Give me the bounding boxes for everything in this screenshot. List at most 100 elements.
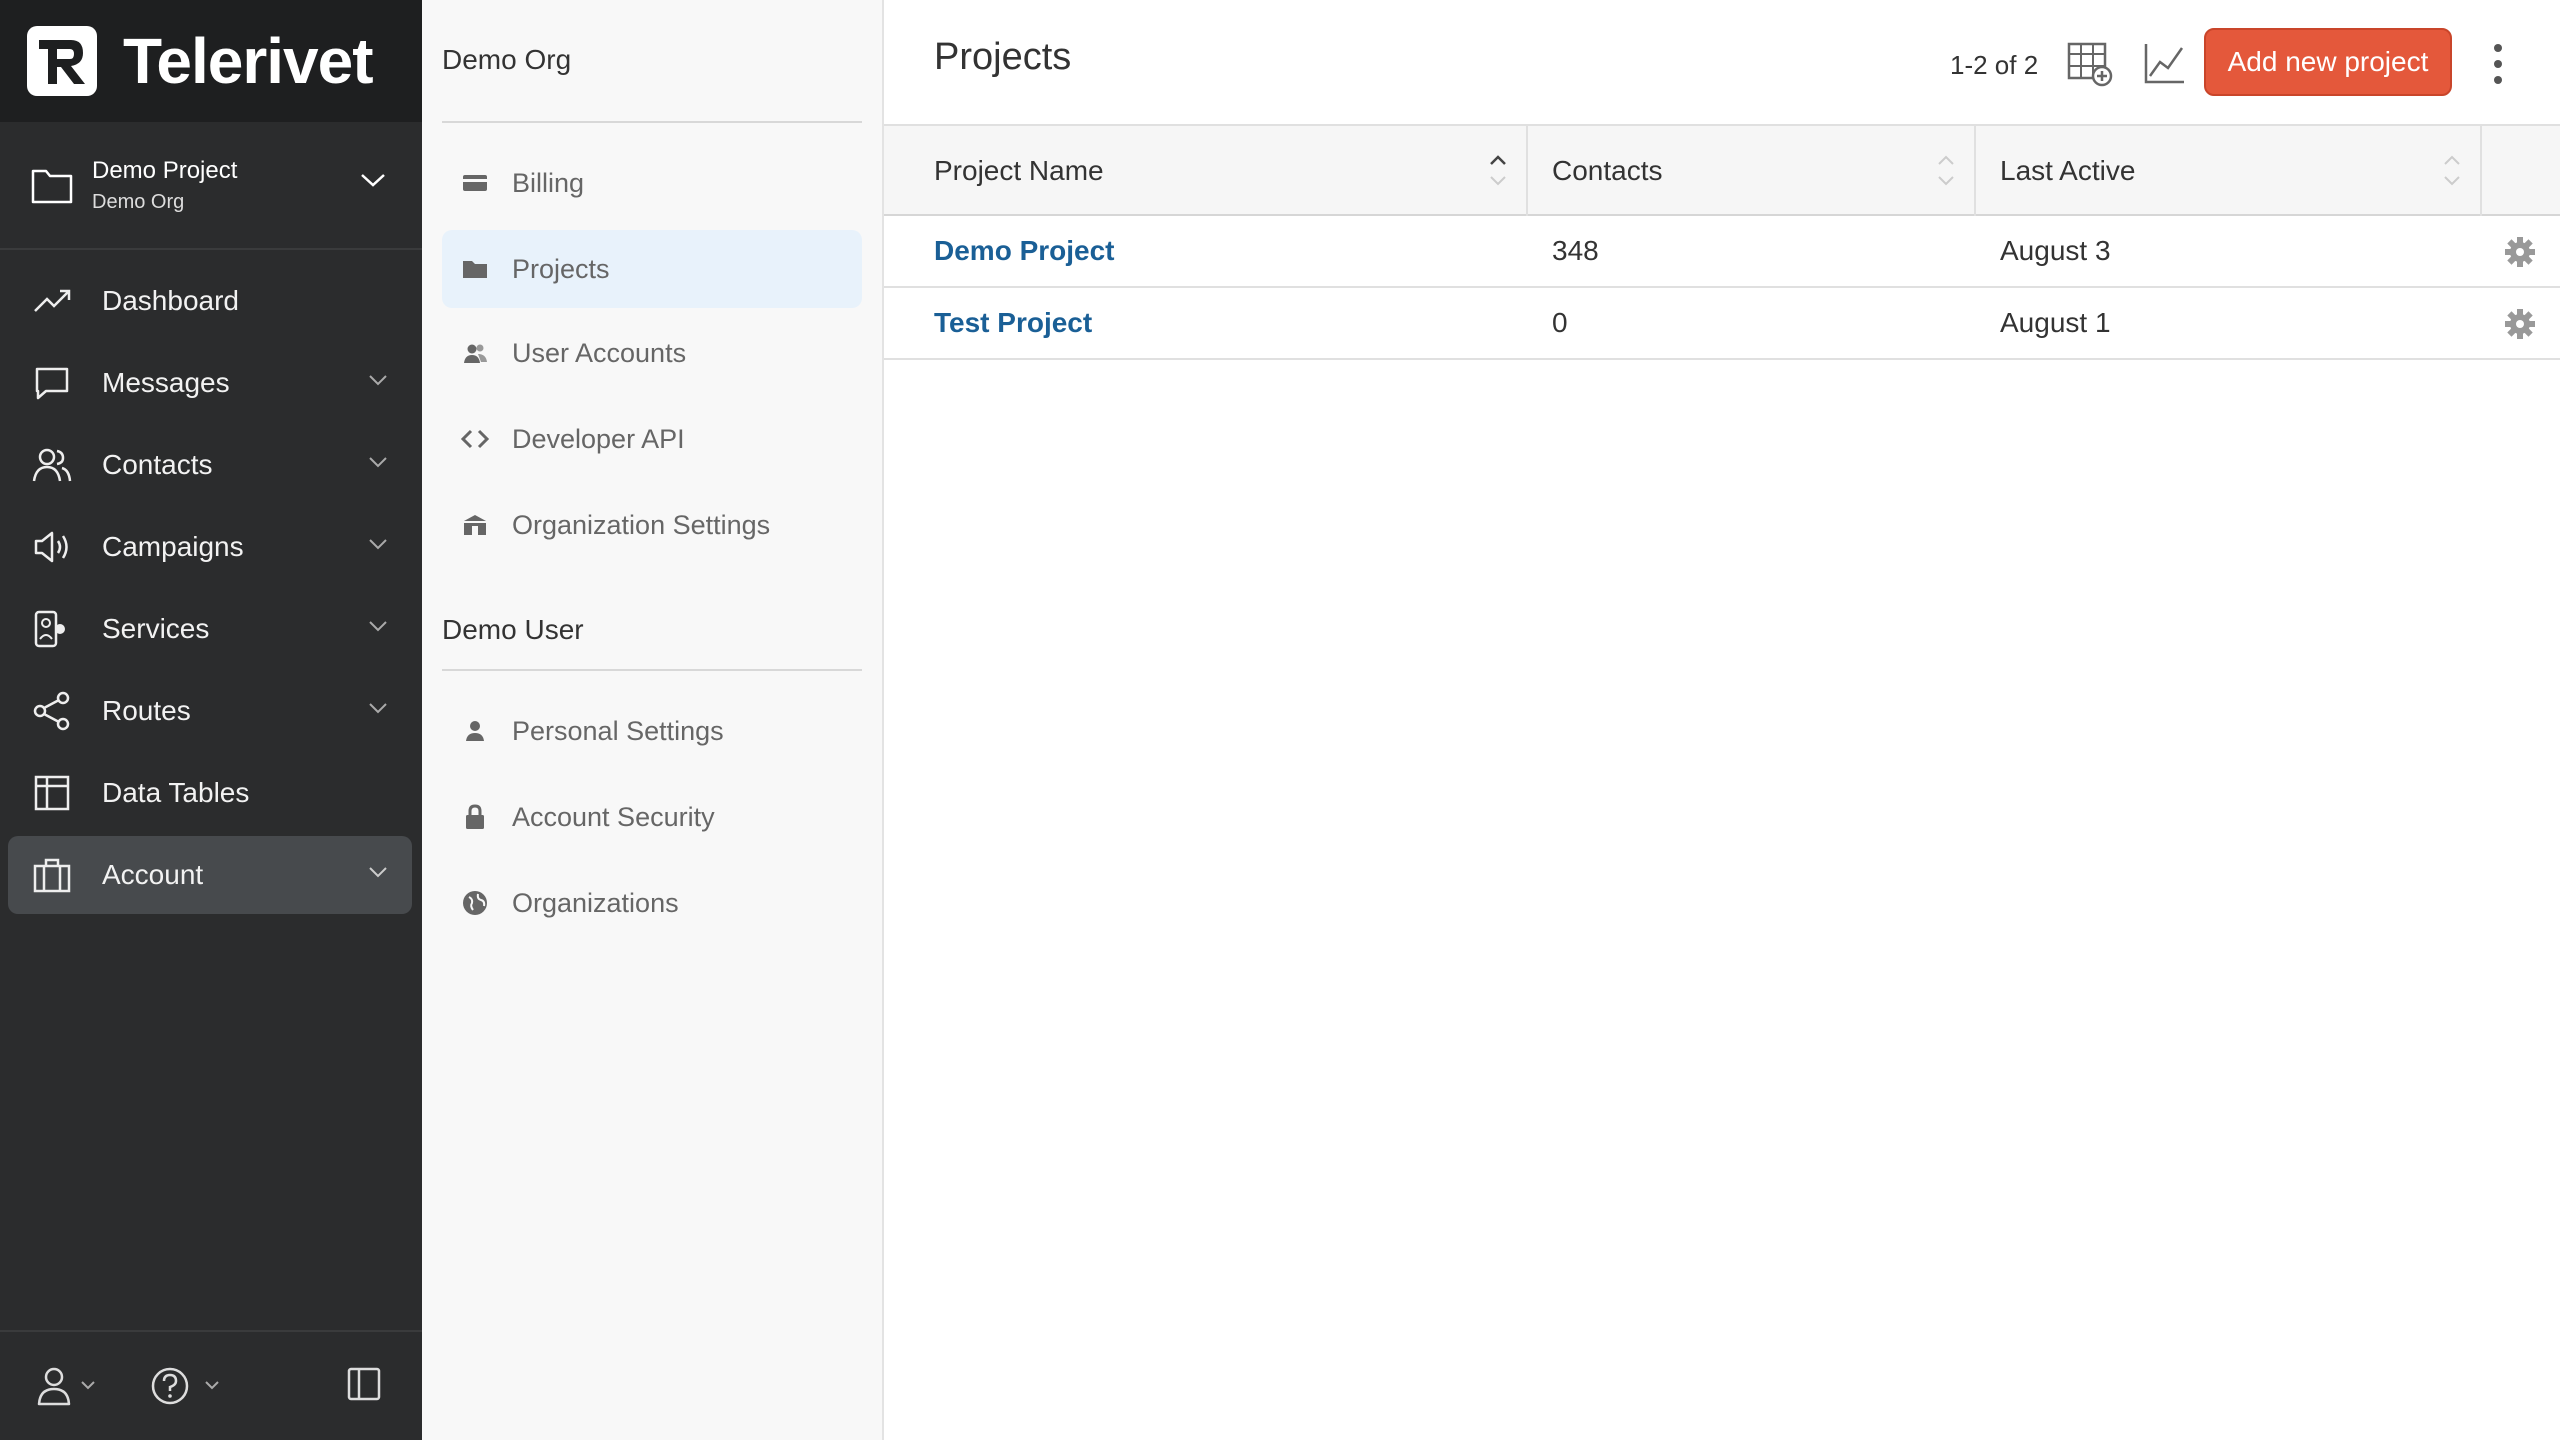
- settings-item-organization-settings[interactable]: Organization Settings: [442, 486, 862, 564]
- chevron-down-icon: [369, 539, 387, 550]
- nav-label: Dashboard: [102, 285, 239, 316]
- brand-name: Telerivet: [123, 25, 373, 97]
- settings-item-account-security[interactable]: Account Security: [442, 778, 862, 856]
- divider: [442, 121, 862, 123]
- sidebar-toggle-icon: [347, 1367, 381, 1401]
- code-icon: [460, 429, 490, 449]
- chevron-down-icon: [369, 703, 387, 714]
- contacts-cell: 0: [1552, 307, 1568, 338]
- briefcase-icon: [33, 858, 71, 893]
- collapse-sidebar-button[interactable]: [346, 1366, 382, 1407]
- nav-item-messages[interactable]: Messages: [8, 344, 412, 422]
- brand-header[interactable]: Telerivet: [0, 0, 422, 122]
- settings-panel: Demo Org Billing Projects User Accounts …: [422, 0, 884, 1440]
- main-content: Projects 1-2 of 2 Add new project Projec…: [884, 0, 2560, 1440]
- nav-item-account[interactable]: Account: [8, 836, 412, 914]
- divider: [442, 669, 862, 671]
- chat-icon: [35, 367, 69, 400]
- trending-up-icon: [34, 289, 71, 312]
- nav-item-dashboard[interactable]: Dashboard: [8, 262, 412, 340]
- settings-item-personal-settings[interactable]: Personal Settings: [442, 692, 862, 770]
- settings-item-organizations[interactable]: Organizations: [442, 864, 862, 942]
- gear-icon[interactable]: [2504, 308, 2536, 340]
- add-table-view-button[interactable]: [2066, 40, 2114, 93]
- nav-item-contacts[interactable]: Contacts: [8, 426, 412, 504]
- table-add-icon: [2067, 42, 2113, 87]
- settings-item-label: Developer API: [512, 423, 685, 454]
- chevron-down-icon: [369, 375, 387, 386]
- sort-icon: [2444, 155, 2460, 186]
- users-icon: [32, 448, 72, 482]
- nav-item-services[interactable]: Services: [8, 590, 412, 668]
- building-icon: [464, 515, 486, 535]
- nav-label: Contacts: [102, 449, 213, 480]
- gear-icon[interactable]: [2504, 236, 2536, 268]
- table-row[interactable]: Demo Project 348 August 3: [884, 216, 2560, 288]
- table-row[interactable]: Test Project 0 August 1: [884, 288, 2560, 360]
- column-header-project-name[interactable]: Project Name: [884, 126, 1528, 216]
- sort-icon: [1938, 155, 1954, 186]
- globe-icon: [463, 891, 487, 915]
- telerivet-logo-icon: [27, 26, 97, 96]
- chevron-down-icon: [369, 457, 387, 468]
- nav-label: Campaigns: [102, 531, 244, 562]
- last-active-cell: August 1: [2000, 307, 2111, 338]
- project-switcher[interactable]: Demo Project Demo Org: [0, 122, 422, 250]
- services-icon: [34, 610, 65, 648]
- settings-item-label: Account Security: [512, 801, 715, 832]
- nav-item-campaigns[interactable]: Campaigns: [8, 508, 412, 586]
- column-header-last-active[interactable]: Last Active: [1976, 126, 2482, 216]
- settings-item-developer-api[interactable]: Developer API: [442, 400, 862, 478]
- settings-item-label: Organizations: [512, 887, 679, 918]
- project-link[interactable]: Test Project: [934, 307, 1092, 339]
- column-header-label: Contacts: [1552, 155, 1663, 186]
- lock-icon: [466, 804, 484, 829]
- main-sidebar: Telerivet Demo Project Demo Org Dashboar…: [0, 0, 422, 1440]
- project-name-cell: Test Project: [934, 288, 1092, 358]
- settings-item-label: Personal Settings: [512, 715, 724, 746]
- more-options-button[interactable]: [2492, 42, 2504, 91]
- kebab-menu-icon: [2494, 44, 2502, 84]
- nav-label: Account: [102, 859, 204, 890]
- nav-label: Routes: [102, 695, 191, 726]
- chevron-down-icon: [369, 621, 387, 632]
- settings-item-projects[interactable]: Projects: [442, 230, 862, 308]
- sort-ascending-icon: [1490, 155, 1506, 186]
- pagination-count: 1-2 of 2: [1950, 50, 2039, 80]
- settings-item-user-accounts[interactable]: User Accounts: [442, 314, 862, 392]
- user-menu-button[interactable]: [36, 1366, 100, 1411]
- nav-label: Services: [102, 613, 210, 644]
- settings-item-label: Projects: [512, 253, 610, 284]
- project-link[interactable]: Demo Project: [934, 235, 1115, 267]
- nav-item-data-tables[interactable]: Data Tables: [8, 754, 412, 832]
- nav-item-routes[interactable]: Routes: [8, 672, 412, 750]
- project-name-cell: Demo Project: [934, 216, 1115, 286]
- add-new-project-button[interactable]: Add new project: [2204, 28, 2452, 96]
- column-header-contacts[interactable]: Contacts: [1528, 126, 1976, 216]
- projects-table: Project Name Contacts Last Active Demo P…: [884, 124, 2560, 360]
- credit-card-icon: [463, 175, 487, 191]
- settings-item-label: Billing: [512, 167, 585, 198]
- megaphone-icon: [34, 531, 68, 563]
- line-chart-icon: [2144, 44, 2184, 84]
- folder-icon: [31, 169, 73, 204]
- settings-item-billing[interactable]: Billing: [442, 144, 862, 222]
- table-header: Project Name Contacts Last Active: [884, 124, 2560, 216]
- page-title: Projects: [934, 36, 1072, 78]
- folder-icon: [463, 261, 487, 278]
- current-project-name: Demo Project: [92, 156, 238, 184]
- help-icon: [151, 1367, 219, 1405]
- share-icon: [33, 691, 70, 731]
- help-menu-button[interactable]: [150, 1366, 226, 1411]
- column-header-label: Project Name: [934, 155, 1104, 186]
- stats-chart-button[interactable]: [2142, 40, 2188, 91]
- person-icon: [466, 721, 484, 741]
- chevron-down-icon: [361, 174, 385, 187]
- nav-label: Data Tables: [102, 777, 250, 808]
- last-active-cell: August 3: [2000, 235, 2111, 266]
- table-icon: [34, 775, 70, 811]
- chevron-down-icon: [369, 867, 387, 878]
- current-org-name: Demo Org: [92, 190, 185, 213]
- contacts-cell: 348: [1552, 235, 1599, 266]
- user-icon: [37, 1367, 95, 1406]
